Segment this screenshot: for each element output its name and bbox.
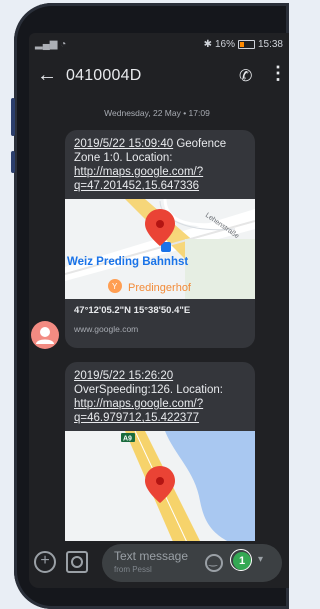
map-preview-1[interactable]: Lehenstraße Weiz Preding Bahnhst Y Predi… (65, 199, 255, 299)
add-attachment-icon[interactable]: + (34, 551, 56, 573)
map-image-1: Lehenstraße Weiz Preding Bahnhst Y Predi… (65, 199, 255, 299)
link-preview-1[interactable]: 47°12'05.2"N 15°38'50.4"E www.google.com (65, 299, 255, 342)
volume-button (11, 98, 15, 136)
message-text-2: 2019/5/22 15:26:20 OverSpeeding:126. Loc… (65, 362, 255, 431)
map-image-2: A9 (65, 431, 255, 551)
contact-avatar[interactable] (31, 321, 59, 349)
thread-date: Wednesday, 22 May • 17:09 (104, 108, 210, 118)
gallery-icon[interactable] (66, 551, 88, 573)
message-body-2: OverSpeeding:126. Location: (74, 384, 223, 396)
signal-icons: ▂▄▆ ◔ (35, 38, 67, 50)
conversation-header: ← 0410004D ✆ ⋮ (29, 58, 289, 94)
message-bubble-1[interactable]: 2019/5/22 15:09:40 Geofence Zone 1:0. Lo… (65, 130, 255, 348)
conversation-title: 0410004D (66, 67, 142, 84)
message-subtext: from Pessl (114, 565, 152, 574)
chevron-down-icon[interactable]: ▾ (258, 554, 263, 565)
maps-link-1[interactable]: http://maps.google.com/?q=47.201452,15.6… (74, 166, 203, 192)
clock: 15:38 (257, 38, 283, 50)
status-left: ▂▄▆ ◔ (35, 39, 66, 50)
map-station-label: Weiz Preding Bahnhst (67, 256, 188, 268)
bluetooth-icon: ✱ (203, 38, 212, 50)
phone-call-icon[interactable]: ✆ (239, 66, 252, 86)
map-poi-label: Predingerhof (128, 282, 192, 294)
composer-bar: + Text message from Pessl 1 ▾ (29, 541, 289, 588)
svg-text:Y: Y (112, 282, 118, 291)
status-bar: ▂▄▆ ◔ ✱ 16% 15:38 (29, 33, 289, 55)
status-right: ✱ 16% 15:38 (204, 39, 283, 50)
maps-link-2[interactable]: http://maps.google.com/?q=46.979712,15.4… (74, 398, 203, 424)
emoji-icon[interactable] (205, 554, 223, 572)
map-road-label: A9 (123, 436, 132, 443)
person-icon (36, 327, 54, 344)
battery-icon (237, 39, 255, 49)
message-placeholder: Text message (114, 549, 189, 563)
timestamp-link-2[interactable]: 2019/5/22 15:26:20 (74, 370, 173, 382)
sim-selector-icon[interactable]: 1 (230, 549, 252, 571)
preview-domain-1: www.google.com (74, 324, 139, 334)
battery-percent: 16% (214, 38, 235, 50)
screen: ▂▄▆ ◔ ✱ 16% 15:38 ← 0410004D ✆ ⋮ Wednesd… (29, 33, 289, 588)
timestamp-link-1[interactable]: 2019/5/22 15:09:40 (74, 138, 173, 150)
bixby-button (11, 151, 15, 173)
back-arrow-icon[interactable]: ← (37, 64, 57, 87)
map-preview-2[interactable]: A9 (65, 431, 255, 551)
more-options-icon[interactable]: ⋮ (269, 63, 287, 84)
preview-title-1: 47°12'05.2"N 15°38'50.4"E (74, 305, 191, 316)
message-text-1: 2019/5/22 15:09:40 Geofence Zone 1:0. Lo… (65, 130, 255, 199)
message-input[interactable]: Text message from Pessl 1 ▾ (102, 544, 282, 582)
message-bubble-2[interactable]: 2019/5/22 15:26:20 OverSpeeding:126. Loc… (65, 362, 255, 552)
